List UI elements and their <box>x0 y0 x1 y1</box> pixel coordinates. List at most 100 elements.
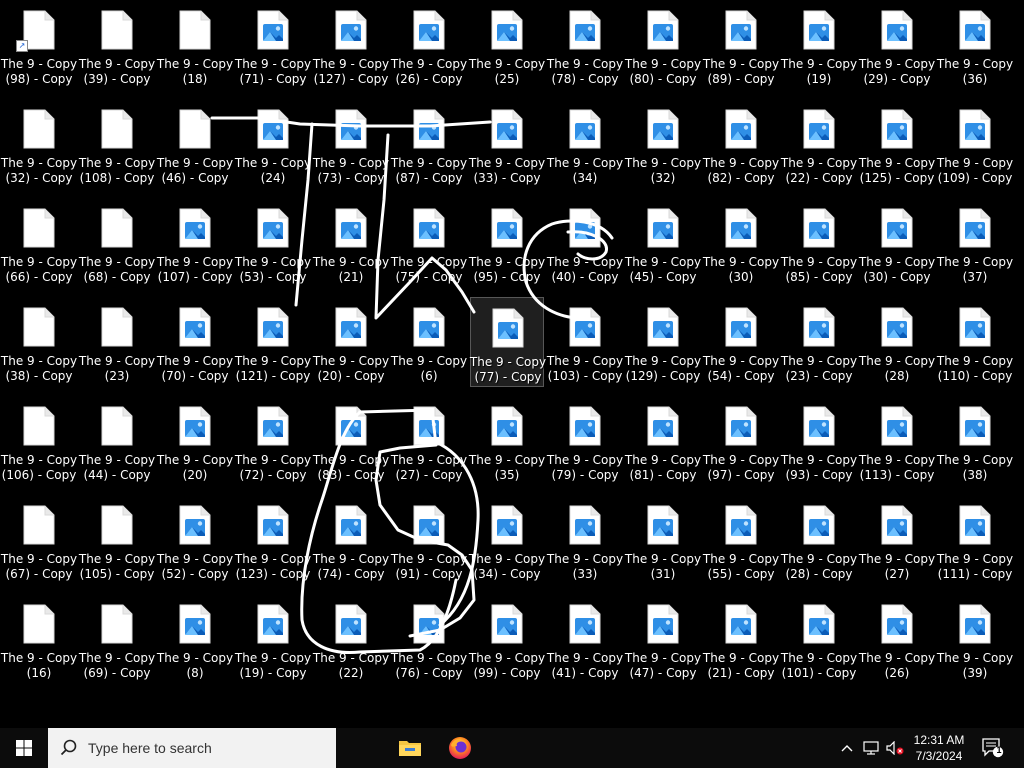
desktop-file-icon[interactable]: The 9 - Copy (101) - Copy <box>781 594 857 684</box>
desktop-file-icon[interactable]: The 9 - Copy (36) <box>937 0 1013 90</box>
desktop-file-icon[interactable]: The 9 - Copy (18) <box>157 0 233 90</box>
desktop-file-icon[interactable]: The 9 - Copy (110) - Copy <box>937 297 1013 387</box>
desktop-file-icon[interactable]: The 9 - Copy (129) - Copy <box>625 297 701 387</box>
desktop-file-icon[interactable]: The 9 - Copy (38) <box>937 396 1013 486</box>
desktop-file-icon[interactable]: The 9 - Copy (20) <box>157 396 233 486</box>
desktop-file-icon[interactable]: The 9 - Copy (23) - Copy <box>781 297 857 387</box>
desktop-file-icon[interactable]: The 9 - Copy (121) - Copy <box>235 297 311 387</box>
desktop-file-icon[interactable]: The 9 - Copy (25) <box>469 0 545 90</box>
desktop-file-icon[interactable]: The 9 - Copy (66) - Copy <box>1 198 77 288</box>
desktop-file-icon[interactable]: The 9 - Copy (103) - Copy <box>547 297 623 387</box>
desktop-file-icon[interactable]: The 9 - Copy (87) - Copy <box>391 99 467 189</box>
desktop-file-icon[interactable]: The 9 - Copy (27) <box>859 495 935 585</box>
desktop-file-icon[interactable]: The 9 - Copy (6) <box>391 297 467 387</box>
desktop-file-icon[interactable]: The 9 - Copy (93) - Copy <box>781 396 857 486</box>
desktop-file-icon[interactable]: The 9 - Copy (85) - Copy <box>781 198 857 288</box>
desktop-file-icon[interactable]: The 9 - Copy (35) <box>469 396 545 486</box>
desktop-file-icon[interactable]: The 9 - Copy (91) - Copy <box>391 495 467 585</box>
desktop-file-icon[interactable]: The 9 - Copy (47) - Copy <box>625 594 701 684</box>
desktop-file-icon[interactable]: The 9 - Copy (105) - Copy <box>79 495 155 585</box>
desktop-file-icon[interactable]: The 9 - Copy (24) <box>235 99 311 189</box>
desktop-file-icon[interactable]: The 9 - Copy (111) - Copy <box>937 495 1013 585</box>
taskbar-clock[interactable]: 12:31 AM 7/3/2024 <box>904 728 974 768</box>
desktop-file-icon[interactable]: The 9 - Copy (41) - Copy <box>547 594 623 684</box>
desktop-file-icon[interactable]: The 9 - Copy (32) - Copy <box>1 99 77 189</box>
desktop-file-icon[interactable]: The 9 - Copy (67) - Copy <box>1 495 77 585</box>
desktop-file-icon[interactable]: The 9 - Copy (97) - Copy <box>703 396 779 486</box>
desktop-file-icon[interactable]: The 9 - Copy (53) - Copy <box>235 198 311 288</box>
desktop-file-icon[interactable]: The 9 - Copy (80) - Copy <box>625 0 701 90</box>
desktop-file-icon[interactable]: The 9 - Copy (30) <box>703 198 779 288</box>
desktop-file-icon[interactable]: The 9 - Copy (33) <box>547 495 623 585</box>
desktop-file-icon[interactable]: The 9 - Copy (52) - Copy <box>157 495 233 585</box>
desktop-file-icon[interactable]: The 9 - Copy (72) - Copy <box>235 396 311 486</box>
volume-tray-button[interactable] <box>884 728 906 768</box>
network-tray-button[interactable] <box>860 728 882 768</box>
desktop-file-icon[interactable]: The 9 - Copy (74) - Copy <box>313 495 389 585</box>
desktop-file-icon[interactable]: The 9 - Copy (29) - Copy <box>859 0 935 90</box>
desktop-file-icon[interactable]: The 9 - Copy (54) - Copy <box>703 297 779 387</box>
desktop-file-icon[interactable]: The 9 - Copy (45) - Copy <box>625 198 701 288</box>
desktop-file-icon[interactable]: The 9 - Copy (39) <box>937 594 1013 684</box>
desktop-file-icon[interactable]: The 9 - Copy (69) - Copy <box>79 594 155 684</box>
desktop-file-icon[interactable]: The 9 - Copy (34) <box>547 99 623 189</box>
desktop-file-icon[interactable]: The 9 - Copy (26) <box>859 594 935 684</box>
desktop-file-icon[interactable]: The 9 - Copy (81) - Copy <box>625 396 701 486</box>
desktop-file-icon[interactable]: The 9 - Copy (30) - Copy <box>859 198 935 288</box>
desktop-file-icon[interactable]: The 9 - Copy (68) - Copy <box>79 198 155 288</box>
desktop-file-icon[interactable]: The 9 - Copy (127) - Copy <box>313 0 389 90</box>
desktop-file-icon[interactable]: The 9 - Copy (107) - Copy <box>157 198 233 288</box>
desktop-file-icon[interactable]: The 9 - Copy (55) - Copy <box>703 495 779 585</box>
desktop-file-icon[interactable]: The 9 - Copy (99) - Copy <box>469 594 545 684</box>
desktop-file-icon[interactable]: The 9 - Copy (21) <box>313 198 389 288</box>
desktop-file-icon[interactable]: The 9 - Copy (26) - Copy <box>391 0 467 90</box>
desktop-file-icon[interactable]: The 9 - Copy (8) <box>157 594 233 684</box>
desktop-file-icon[interactable]: The 9 - Copy (109) - Copy <box>937 99 1013 189</box>
desktop-file-icon[interactable]: The 9 - Copy (21) - Copy <box>703 594 779 684</box>
desktop-file-icon[interactable]: The 9 - Copy (78) - Copy <box>547 0 623 90</box>
desktop-file-icon[interactable]: The 9 - Copy (20) - Copy <box>313 297 389 387</box>
show-hidden-icons-button[interactable] <box>836 728 858 768</box>
desktop-file-icon[interactable]: The 9 - Copy (44) - Copy <box>79 396 155 486</box>
desktop-file-icon[interactable]: The 9 - Copy (19) - Copy <box>235 594 311 684</box>
desktop-file-icon[interactable]: The 9 - Copy (79) - Copy <box>547 396 623 486</box>
desktop-file-icon[interactable]: The 9 - Copy (32) <box>625 99 701 189</box>
desktop[interactable]: ↗ The 9 - Copy (98) - Copy The 9 - Copy (3… <box>0 0 1024 728</box>
taskbar-app-firefox[interactable] <box>438 728 482 768</box>
desktop-file-icon[interactable]: The 9 - Copy (125) - Copy <box>859 99 935 189</box>
desktop-file-icon[interactable]: The 9 - Copy (19) <box>781 0 857 90</box>
taskbar-search-box[interactable]: Type here to search <box>48 728 336 768</box>
desktop-file-icon[interactable]: The 9 - Copy (95) - Copy <box>469 198 545 288</box>
desktop-file-icon[interactable]: The 9 - Copy (22) - Copy <box>781 99 857 189</box>
desktop-file-icon[interactable]: The 9 - Copy (28) - Copy <box>781 495 857 585</box>
desktop-file-icon[interactable]: The 9 - Copy (75) - Copy <box>391 198 467 288</box>
desktop-file-icon[interactable]: The 9 - Copy (73) - Copy <box>313 99 389 189</box>
taskbar-app-file-explorer[interactable] <box>388 728 432 768</box>
desktop-file-icon[interactable]: The 9 - Copy (71) - Copy <box>235 0 311 90</box>
desktop-file-icon[interactable]: The 9 - Copy (123) - Copy <box>235 495 311 585</box>
desktop-file-icon[interactable]: The 9 - Copy (23) <box>79 297 155 387</box>
desktop-file-icon[interactable]: The 9 - Copy (16) <box>1 594 77 684</box>
desktop-file-icon[interactable]: The 9 - Copy (77) - Copy <box>470 297 546 387</box>
desktop-file-icon[interactable]: The 9 - Copy (40) - Copy <box>547 198 623 288</box>
desktop-file-icon[interactable]: The 9 - Copy (34) - Copy <box>469 495 545 585</box>
desktop-file-icon[interactable]: The 9 - Copy (31) <box>625 495 701 585</box>
desktop-file-icon[interactable]: The 9 - Copy (33) - Copy <box>469 99 545 189</box>
desktop-file-icon[interactable]: The 9 - Copy (113) - Copy <box>859 396 935 486</box>
desktop-file-icon[interactable]: The 9 - Copy (28) <box>859 297 935 387</box>
desktop-file-icon[interactable]: The 9 - Copy (39) - Copy <box>79 0 155 90</box>
desktop-file-icon[interactable]: The 9 - Copy (83) - Copy <box>313 396 389 486</box>
desktop-file-icon[interactable]: The 9 - Copy (108) - Copy <box>79 99 155 189</box>
action-center-button[interactable]: 1 <box>980 728 1006 768</box>
desktop-file-icon[interactable]: The 9 - Copy (106) - Copy <box>1 396 77 486</box>
desktop-file-icon[interactable]: The 9 - Copy (89) - Copy <box>703 0 779 90</box>
desktop-file-icon[interactable]: The 9 - Copy (27) - Copy <box>391 396 467 486</box>
desktop-file-icon[interactable]: The 9 - Copy (76) - Copy <box>391 594 467 684</box>
desktop-file-icon[interactable]: The 9 - Copy (38) - Copy <box>1 297 77 387</box>
desktop-file-icon[interactable]: The 9 - Copy (82) - Copy <box>703 99 779 189</box>
desktop-file-icon[interactable]: The 9 - Copy (70) - Copy <box>157 297 233 387</box>
desktop-file-icon[interactable]: The 9 - Copy (37) <box>937 198 1013 288</box>
desktop-file-icon[interactable]: The 9 - Copy (22) <box>313 594 389 684</box>
desktop-file-icon[interactable]: The 9 - Copy (46) - Copy <box>157 99 233 189</box>
start-button[interactable] <box>0 728 48 768</box>
